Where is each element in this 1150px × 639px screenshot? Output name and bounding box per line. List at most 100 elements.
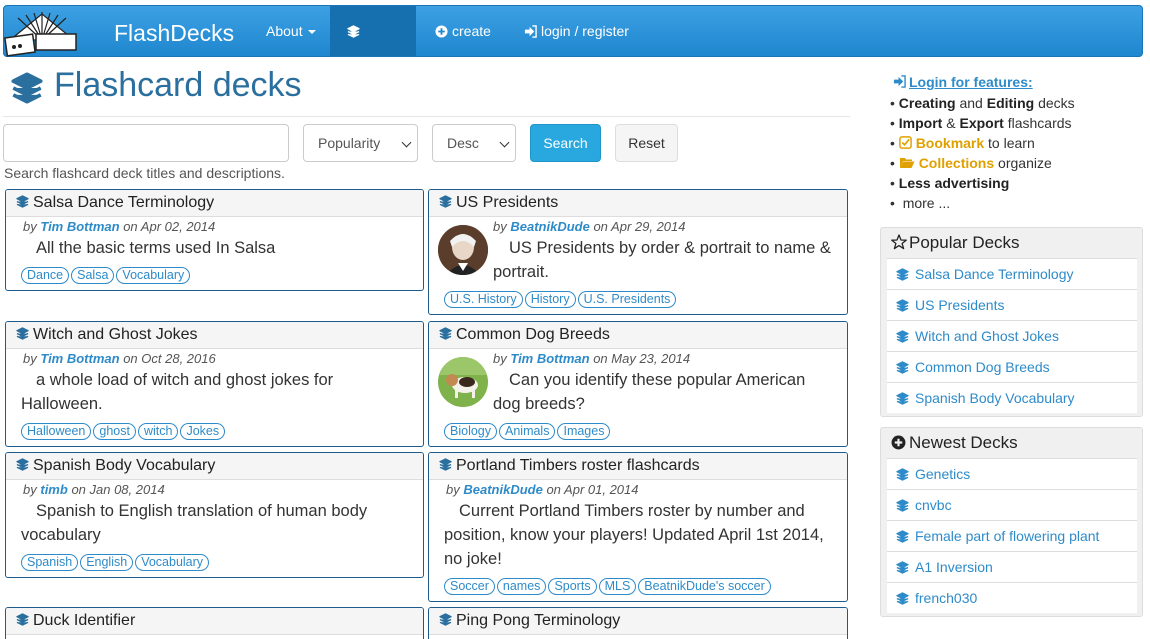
deck-title[interactable]: Salsa Dance Terminology — [6, 190, 423, 217]
deck-date: on Apr 02, 2014 — [123, 219, 216, 234]
deck-author-link[interactable]: Tim Bottman — [40, 219, 119, 234]
tag-link[interactable]: U.S. Presidents — [577, 291, 677, 308]
login-for-features-link[interactable]: Login for features: — [893, 74, 1033, 90]
feature-text: flashcards — [1007, 115, 1072, 131]
sign-in-icon — [524, 25, 537, 38]
newest-deck-link[interactable]: french030 — [887, 582, 1137, 613]
stack-icon — [16, 195, 29, 208]
folder-open-icon — [899, 158, 915, 168]
popular-deck-link[interactable]: Spanish Body Vocabulary — [887, 382, 1137, 413]
tag-link[interactable]: English — [80, 554, 134, 571]
deck-author-link[interactable]: Tim Bottman — [40, 351, 119, 366]
nav-decks[interactable]: decks — [330, 6, 416, 89]
deck-date: on Oct 28, 2016 — [123, 351, 216, 366]
deck-tags: Dance Salsa Vocabulary — [21, 267, 192, 284]
dog-image — [438, 357, 488, 407]
deck-description: a whole load of witch and ghost jokes fo… — [21, 371, 334, 413]
search-input[interactable] — [3, 124, 289, 162]
deck-author-link[interactable]: BeatnikDude — [510, 219, 589, 234]
stack-icon — [896, 330, 909, 343]
stack-icon — [439, 327, 452, 340]
tag-link[interactable]: Images — [557, 423, 611, 440]
feature-item: • Bookmark to learn — [890, 135, 1035, 151]
brand-link[interactable]: FlashDecks — [114, 20, 234, 47]
popular-deck-link[interactable]: Witch and Ghost Jokes — [887, 320, 1137, 351]
more-link[interactable]: more ... — [903, 195, 950, 211]
deck-link-text: Genetics — [915, 466, 971, 482]
tag-link[interactable]: BeatnikDude's soccer — [638, 578, 771, 595]
nav-create[interactable]: create — [418, 6, 508, 56]
tag-link[interactable]: Jokes — [180, 423, 226, 440]
tag-link[interactable]: MLS — [598, 578, 637, 595]
deck-card[interactable]: Portland Timbers roster flashcards by Be… — [428, 452, 848, 602]
newest-deck-link[interactable]: cnvbc — [887, 489, 1137, 520]
deck-date: on Jan 08, 2014 — [71, 482, 165, 497]
deck-author-link[interactable]: BeatnikDude — [463, 482, 542, 497]
tag-link[interactable]: witch — [137, 423, 179, 440]
deck-title[interactable]: Portland Timbers roster flashcards — [429, 453, 847, 480]
deck-description: US Presidents by order & portrait to nam… — [493, 239, 831, 281]
tag-link[interactable]: Spanish — [21, 554, 79, 571]
deck-title[interactable]: US Presidents — [429, 190, 847, 217]
fanned-cards-logo-icon[interactable] — [4, 6, 82, 58]
deck-image — [438, 357, 488, 407]
feature-text: Bookmark — [915, 135, 985, 151]
deck-card[interactable]: US Presidents by BeatnikDude on Apr 29, … — [428, 189, 848, 315]
deck-title[interactable]: Duck Identifier — [6, 608, 423, 635]
deck-image — [438, 225, 488, 275]
deck-title[interactable]: Spanish Body Vocabulary — [6, 453, 423, 480]
stack-icon — [11, 72, 43, 104]
newest-deck-link[interactable]: Genetics — [887, 458, 1137, 489]
deck-author-link[interactable]: timb — [40, 482, 67, 497]
deck-meta: by BeatnikDude on Apr 01, 2014 — [446, 482, 639, 497]
search-help-text: Search flashcard deck titles and descrip… — [4, 165, 285, 181]
nav-login-label: login / register — [541, 23, 629, 39]
meta-by: by — [23, 351, 37, 366]
tag-link[interactable]: names — [496, 578, 547, 595]
deck-link-text: US Presidents — [915, 297, 1005, 313]
meta-by: by — [493, 351, 507, 366]
deck-card[interactable]: Duck Identifier — [5, 607, 424, 639]
tag-link[interactable]: Animals — [499, 423, 556, 440]
tag-link[interactable]: Soccer — [444, 578, 495, 595]
stack-icon — [16, 327, 29, 340]
newest-deck-link[interactable]: A1 Inversion — [887, 551, 1137, 582]
navbar: FlashDecks About decks create login / re… — [3, 5, 1143, 89]
sort-select-value: Popularity — [318, 135, 381, 151]
tag-link[interactable]: Salsa — [71, 267, 115, 284]
newest-deck-link[interactable]: Female part of flowering plant — [887, 520, 1137, 551]
star-outline-icon — [891, 234, 907, 250]
popular-deck-link[interactable]: Common Dog Breeds — [887, 351, 1137, 382]
feature-text: Import — [898, 115, 943, 131]
deck-card[interactable]: Witch and Ghost Jokes by Tim Bottman on … — [5, 321, 424, 447]
deck-card[interactable]: Spanish Body Vocabulary by timb on Jan 0… — [5, 452, 424, 578]
deck-date: on Apr 01, 2014 — [546, 482, 639, 497]
deck-author-link[interactable]: Tim Bottman — [510, 351, 589, 366]
tag-link[interactable]: ghost — [93, 423, 136, 440]
popular-deck-link[interactable]: Salsa Dance Terminology — [887, 258, 1137, 289]
tag-link[interactable]: Vocabulary — [135, 554, 210, 571]
deck-title[interactable]: Common Dog Breeds — [429, 322, 847, 349]
tag-link[interactable]: Sports — [548, 578, 597, 595]
search-button[interactable]: Search — [530, 124, 601, 162]
popular-deck-link[interactable]: US Presidents — [887, 289, 1137, 320]
tag-link[interactable]: Vocabulary — [116, 267, 191, 284]
deck-title[interactable]: Ping Pong Terminology — [429, 608, 847, 635]
order-select[interactable]: Desc — [432, 124, 516, 162]
tag-link[interactable]: Halloween — [21, 423, 92, 440]
tag-link[interactable]: Dance — [21, 267, 70, 284]
sort-select[interactable]: Popularity — [303, 124, 418, 162]
tag-link[interactable]: History — [524, 291, 576, 308]
deck-title[interactable]: Witch and Ghost Jokes — [6, 322, 423, 349]
nav-about-dropdown[interactable]: About — [249, 6, 333, 56]
deck-title-text: Common Dog Breeds — [456, 326, 610, 343]
feature-text: decks — [1038, 95, 1075, 111]
deck-card[interactable]: Salsa Dance Terminology by Tim Bottman o… — [5, 189, 424, 291]
deck-card[interactable]: Ping Pong Terminology — [428, 607, 848, 639]
nav-login-register[interactable]: login / register — [507, 6, 646, 56]
reset-button[interactable]: Reset — [615, 124, 678, 162]
deck-card[interactable]: Common Dog Breeds by Tim Bottman on May … — [428, 321, 848, 447]
tag-link[interactable]: U.S. History — [444, 291, 523, 308]
portrait-image — [438, 225, 488, 275]
tag-link[interactable]: Biology — [444, 423, 497, 440]
